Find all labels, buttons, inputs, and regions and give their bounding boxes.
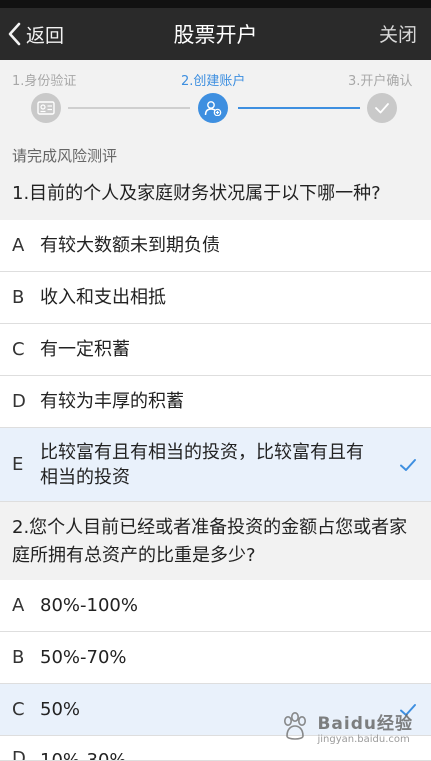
add-user-icon [204,101,222,116]
option-text: 80%-100% [40,595,138,616]
chevron-left-icon [8,22,21,46]
watermark-url: jingyan.baidu.com [317,734,410,745]
option-letter: D [12,391,26,412]
q2-option-a[interactable]: A 80%-100% [0,580,431,632]
option-text: 10%-30% [40,750,127,761]
q2-option-b[interactable]: B 50%-70% [0,632,431,684]
q1-option-e[interactable]: E 比较富有且有相当的投资，比较富有且有相当的投资 [0,428,431,502]
close-button[interactable]: 关闭 [379,20,417,47]
watermark-name: Baidu经验 [317,714,413,734]
option-letter: A [12,235,25,256]
step-connector-2 [238,107,360,109]
step-1-label: 1.身份验证 [12,74,77,89]
step-connector-1 [68,107,190,109]
option-text: 50%-70% [40,647,127,668]
top-bar: 返回 股票开户 关闭 [0,0,431,60]
option-letter: C [12,339,25,360]
back-label: 返回 [26,24,65,47]
step-1-circle [31,93,61,123]
option-letter: C [12,699,25,720]
back-button[interactable]: 返回 [6,18,64,50]
question-1: 1.目前的个人及家庭财务状况属于以下哪一种? [0,178,431,220]
q1-option-b[interactable]: B 收入和支出相抵 [0,272,431,324]
step-3-label: 3.开户确认 [348,74,413,89]
option-text: 有较大数额未到期负债 [40,235,220,256]
option-text: 有一定积蓄 [40,339,130,360]
q1-option-a[interactable]: A 有较大数额未到期负债 [0,220,431,272]
status-bar [0,0,431,8]
option-letter: B [12,287,25,308]
option-text: 有较为丰厚的积蓄 [40,391,184,412]
q1-option-c[interactable]: C 有一定积蓄 [0,324,431,376]
step-3-circle [367,93,397,123]
page-title: 股票开户 [173,23,258,47]
checkmark-icon [400,458,416,471]
question-2: 2.您个人目前已经或者准备投资的金额占您或者家庭所拥有总资产的比重是多少? [0,508,431,578]
option-text: 比较富有且有相当的投资，比较富有且有相当的投资 [40,441,364,488]
paw-logo-icon [284,712,307,740]
baidu-watermark: Baidu经验 jingyan.baidu.com [279,709,413,745]
instruction-text: 请完成风险测评 [12,147,118,165]
check-icon [375,103,389,114]
id-card-icon [37,101,55,115]
option-letter: E [12,454,24,475]
q1-option-d[interactable]: D 有较为丰厚的积蓄 [0,376,431,428]
step-2-label: 2.创建账户 [181,74,246,89]
option-letter: A [12,595,25,616]
option-letter: B [12,647,25,668]
option-letter: D [12,748,26,761]
progress-steps: 1.身份验证 2.创建账户 3.开户确认 [0,60,431,130]
step-2-circle [198,93,228,123]
option-text: 收入和支出相抵 [40,287,166,308]
